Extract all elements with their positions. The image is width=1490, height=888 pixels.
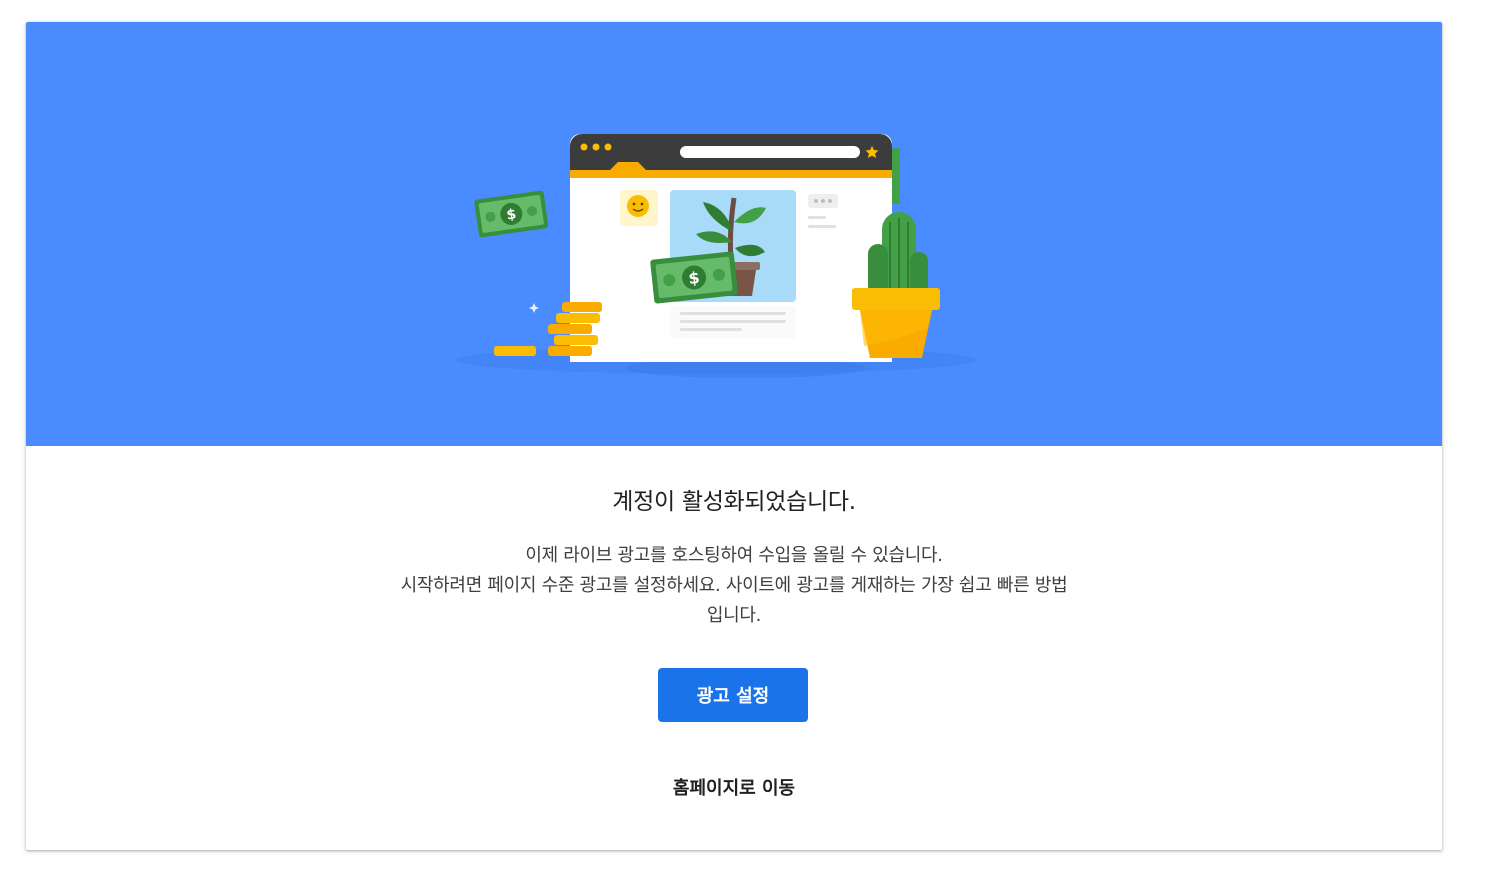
money-bill-center-icon: $	[650, 251, 738, 304]
activation-card: $ $ 계정이 활성화되었습니다. 이제 라이브 광고를 호스팅하여 수입을 올…	[26, 22, 1442, 850]
coin-stack-icon	[494, 302, 602, 356]
go-to-homepage-link[interactable]: 홈페이지로 이동	[634, 770, 834, 804]
setup-ads-button[interactable]: 광고 설정	[658, 668, 808, 722]
browser-window-icon	[570, 134, 900, 362]
hero-banner: $ $	[26, 22, 1442, 446]
sparkle-icon	[529, 303, 539, 313]
activation-description: 이제 라이브 광고를 호스팅하여 수입을 올릴 수 있습니다. 시작하려면 페이…	[334, 541, 1134, 631]
description-line: 입니다.	[706, 605, 762, 626]
description-line: 시작하려면 페이지 수준 광고를 설정하세요. 사이트에 광고를 게재하는 가장…	[400, 575, 1068, 596]
money-bill-icon: $	[474, 190, 549, 238]
hero-illustration: $ $	[456, 134, 976, 378]
description-line: 이제 라이브 광고를 호스팅하여 수입을 올릴 수 있습니다.	[525, 545, 943, 566]
dollar-sign: $	[688, 268, 701, 288]
activation-title: 계정이 활성화되었습니다.	[612, 489, 856, 515]
